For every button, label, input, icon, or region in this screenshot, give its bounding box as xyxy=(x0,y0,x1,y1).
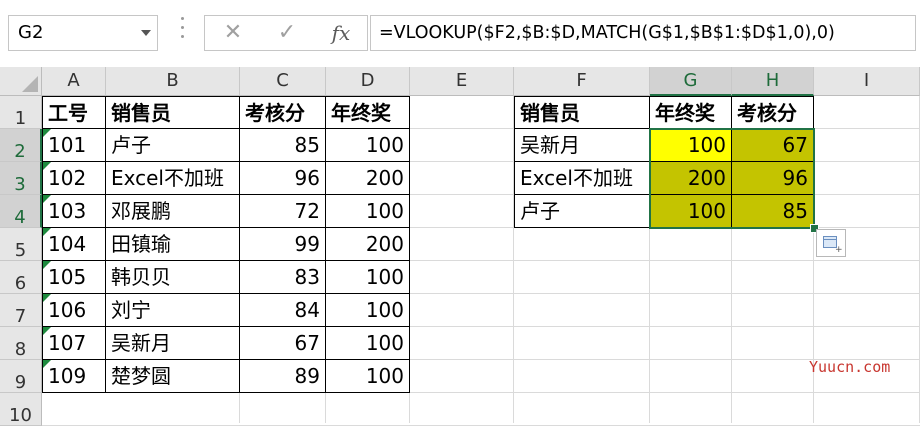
table1-cell[interactable]: 102 xyxy=(42,162,106,195)
table1-cell[interactable]: 107 xyxy=(42,327,106,360)
table1-cell[interactable]: Excel不加班 xyxy=(106,162,240,195)
error-indicator-icon[interactable] xyxy=(43,195,51,203)
table1-cell[interactable]: 100 xyxy=(326,294,410,327)
table2-cell[interactable]: 卢子 xyxy=(514,195,650,228)
table1-cell[interactable]: 101 xyxy=(42,129,106,162)
row-header-1[interactable]: 1 xyxy=(0,96,42,129)
column-header-d[interactable]: D xyxy=(326,67,410,96)
table1-cell[interactable]: 100 xyxy=(326,327,410,360)
table2-cell[interactable]: 85 xyxy=(732,195,814,228)
name-box-dropdown-icon[interactable] xyxy=(141,30,151,36)
table2-header-cell[interactable]: 年终奖 xyxy=(650,96,732,129)
table1-cell[interactable]: 100 xyxy=(326,261,410,294)
table1-cell[interactable]: 韩贝贝 xyxy=(106,261,240,294)
table1-cell[interactable]: 67 xyxy=(240,327,326,360)
table1-cell[interactable]: 83 xyxy=(240,261,326,294)
error-indicator-icon[interactable] xyxy=(43,360,51,368)
table1-cell[interactable]: 刘宁 xyxy=(106,294,240,327)
table2-cell[interactable]: 100 xyxy=(650,195,732,228)
column-header-a[interactable]: A xyxy=(42,67,106,96)
table1-cell[interactable]: 104 xyxy=(42,228,106,261)
name-box[interactable]: G2 xyxy=(8,15,158,51)
column-header-f[interactable]: F xyxy=(514,67,650,96)
table2-cell[interactable]: Excel不加班 xyxy=(514,162,650,195)
table1-cell[interactable]: 109 xyxy=(42,360,106,393)
table1-cell[interactable]: 106 xyxy=(42,294,106,327)
name-box-value: G2 xyxy=(18,22,44,43)
formula-buttons: ✕ ✓ fx xyxy=(204,15,368,51)
table1-cell[interactable]: 卢子 xyxy=(106,129,240,162)
error-indicator-icon[interactable] xyxy=(43,261,51,269)
table1-cell[interactable]: 85 xyxy=(240,129,326,162)
table2-cell[interactable]: 96 xyxy=(732,162,814,195)
table1-header-cell[interactable]: 工号 xyxy=(42,96,106,129)
formula-input[interactable]: =VLOOKUP($F2,$B:$D,MATCH(G$1,$B$1:$D$1,0… xyxy=(370,15,916,51)
column-header-i[interactable]: I xyxy=(814,67,920,96)
quick-analysis-icon[interactable]: + xyxy=(816,229,846,257)
table1-header-cell[interactable]: 考核分 xyxy=(240,96,326,129)
row-header-9[interactable]: 9 xyxy=(0,360,42,393)
table1-header-cell[interactable]: 年终奖 xyxy=(326,96,410,129)
row-header-4[interactable]: 4 xyxy=(0,195,42,228)
table2-cell[interactable]: 吴新月 xyxy=(514,129,650,162)
cancel-icon[interactable]: ✕ xyxy=(213,16,253,50)
error-indicator-icon[interactable] xyxy=(43,327,51,335)
watermark: Yuucn.com xyxy=(809,358,891,376)
active-cell[interactable]: 100 xyxy=(650,129,732,162)
table1-cell[interactable]: 100 xyxy=(326,129,410,162)
table1-cell[interactable]: 89 xyxy=(240,360,326,393)
formula-bar: G2 ✕ ✓ fx =VLOOKUP($F2,$B:$D,MATCH(G$1,$… xyxy=(0,0,920,67)
column-header-e[interactable]: E xyxy=(410,67,514,96)
table1-cell[interactable]: 田镇瑜 xyxy=(106,228,240,261)
error-indicator-icon[interactable] xyxy=(43,228,51,236)
row-header-10[interactable]: 10 xyxy=(0,393,42,426)
table1-cell[interactable]: 邓展鹏 xyxy=(106,195,240,228)
select-all-button[interactable] xyxy=(0,67,42,96)
table1-cell[interactable]: 吴新月 xyxy=(106,327,240,360)
column-header-c[interactable]: C xyxy=(240,67,326,96)
column-header-h[interactable]: H xyxy=(732,67,814,96)
row-header-2[interactable]: 2 xyxy=(0,129,42,162)
insert-function-icon[interactable]: fx xyxy=(321,16,361,50)
table1-cell[interactable]: 200 xyxy=(326,228,410,261)
table1-cell[interactable]: 84 xyxy=(240,294,326,327)
error-indicator-icon[interactable] xyxy=(43,294,51,302)
table2-header-cell[interactable]: 考核分 xyxy=(732,96,814,129)
table2-header-cell[interactable]: 销售员 xyxy=(514,96,650,129)
gridline xyxy=(42,425,920,426)
column-header-b[interactable]: B xyxy=(106,67,240,96)
enter-icon[interactable]: ✓ xyxy=(267,16,307,50)
row-header-3[interactable]: 3 xyxy=(0,162,42,195)
table1-cell[interactable]: 99 xyxy=(240,228,326,261)
table1-cell[interactable]: 72 xyxy=(240,195,326,228)
table1-cell[interactable]: 100 xyxy=(326,360,410,393)
table2-cell[interactable]: 67 xyxy=(732,129,814,162)
row-header-8[interactable]: 8 xyxy=(0,327,42,360)
table1-cell[interactable]: 200 xyxy=(326,162,410,195)
column-header-g[interactable]: G xyxy=(650,67,732,96)
worksheet-grid[interactable]: A B C D E F G H I 1 2 3 4 5 6 7 8 9 10 工号 销售员 考核分 年终奖 101 卢子 85 10… xyxy=(0,67,920,426)
row-header-6[interactable]: 6 xyxy=(0,261,42,294)
table1-cell[interactable]: 103 xyxy=(42,195,106,228)
table1-header-cell[interactable]: 销售员 xyxy=(106,96,240,129)
table1-cell[interactable]: 100 xyxy=(326,195,410,228)
error-indicator-icon[interactable] xyxy=(43,129,51,137)
table2-cell[interactable]: 200 xyxy=(650,162,732,195)
formula-bar-grip[interactable] xyxy=(181,17,185,49)
table1-cell[interactable]: 96 xyxy=(240,162,326,195)
table1-cell[interactable]: 楚梦圆 xyxy=(106,360,240,393)
row-header-5[interactable]: 5 xyxy=(0,228,42,261)
table1-cell[interactable]: 105 xyxy=(42,261,106,294)
row-header-7[interactable]: 7 xyxy=(0,294,42,327)
error-indicator-icon[interactable] xyxy=(43,162,51,170)
